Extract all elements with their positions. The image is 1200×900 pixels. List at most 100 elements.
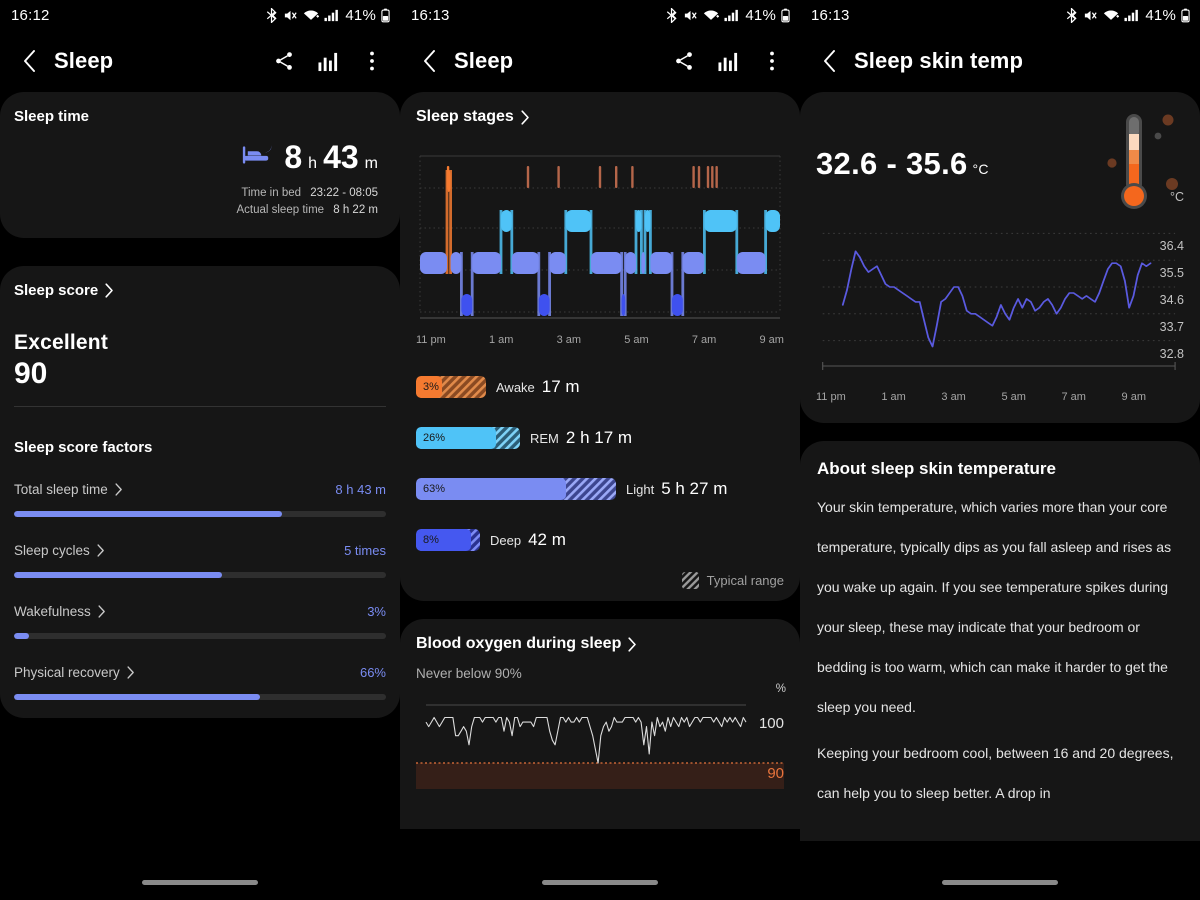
sleep-score-card: Sleep score Excellent 90 Sleep score fac… (0, 266, 400, 718)
score-factor-track (14, 572, 386, 578)
status-time: 16:13 (411, 6, 450, 24)
sleep-stage-bar: 26% (416, 427, 520, 449)
x-tick-label: 3 am (941, 391, 966, 403)
chart-icon[interactable] (316, 49, 340, 73)
divider (14, 406, 386, 407)
score-factor-row[interactable]: Sleep cycles 5 times (14, 543, 386, 558)
blood-oxygen-title: Blood oxygen during sleep (416, 635, 622, 652)
x-tick-label: 7 am (1061, 391, 1086, 403)
score-factor-fill (14, 511, 282, 517)
status-time: 16:13 (811, 6, 850, 24)
status-icons: 41% (265, 7, 390, 24)
share-icon[interactable] (672, 49, 696, 73)
status-bar: 16:12 41% (0, 0, 400, 30)
sleep-minutes-unit: m (364, 155, 378, 172)
signal-icon (724, 9, 739, 21)
nav-bar (0, 864, 400, 900)
score-factor: Sleep cycles 5 times (14, 543, 386, 578)
status-time: 16:12 (11, 6, 50, 24)
signal-icon (324, 9, 339, 21)
skin-temp-unit: °C (972, 161, 989, 177)
x-tick-label: 1 am (488, 334, 514, 346)
y-tick-label: 34.6 (1159, 293, 1184, 307)
typical-range-key: Typical range (416, 572, 784, 589)
signal-icon (1124, 9, 1139, 21)
about-paragraph-1: Your skin temperature, which varies more… (817, 499, 1172, 715)
blood-oxygen-link[interactable]: Blood oxygen during sleep (416, 635, 784, 653)
sleep-score-factors-title: Sleep score factors (14, 439, 153, 456)
chevron-right-icon (628, 636, 637, 652)
sleep-stage-name: Deep (490, 532, 522, 548)
more-icon[interactable] (360, 49, 384, 73)
back-icon[interactable] (12, 44, 46, 78)
status-icons: 41% (665, 7, 790, 24)
chevron-right-icon (127, 666, 135, 679)
more-icon[interactable] (760, 49, 784, 73)
sleep-score-title: Sleep score (14, 282, 99, 299)
x-tick-label: 11 pm (416, 334, 446, 346)
mute-icon (685, 10, 698, 20)
sleep-stage-duration: 17 m (541, 377, 580, 396)
sleep-time-value-row: 8 h 43 m (14, 141, 386, 173)
score-factor-track (14, 633, 386, 639)
score-factor-row[interactable]: Wakefulness 3% (14, 604, 386, 619)
score-factor-track (14, 694, 386, 700)
hypnogram-chart (416, 148, 784, 328)
status-bar: 16:13 41% (800, 0, 1200, 30)
bluetooth-icon (1067, 7, 1077, 23)
x-tick-label: 1 am (881, 391, 906, 403)
share-icon[interactable] (272, 49, 296, 73)
score-factor-value: 3% (367, 604, 386, 619)
nav-pill[interactable] (542, 879, 658, 885)
sleep-score-factors-list: Total sleep time 8 h 43 m Sleep cycles 5 ti… (14, 482, 386, 700)
score-factor: Total sleep time 8 h 43 m (14, 482, 386, 517)
y-tick-label: 33.7 (1159, 319, 1184, 334)
bluetooth-icon (267, 7, 277, 23)
score-factor-row[interactable]: Physical recovery 66% (14, 665, 386, 680)
sleep-hours-unit: h (308, 155, 318, 172)
time-in-bed-label: Time in bed (241, 187, 302, 199)
sleep-minutes: 43 (323, 139, 359, 175)
nav-pill[interactable] (942, 879, 1058, 885)
score-factor-row[interactable]: Total sleep time 8 h 43 m (14, 482, 386, 497)
sleep-score-word: Excellent (14, 331, 109, 354)
bluetooth-icon (667, 7, 677, 23)
chevron-right-icon (105, 283, 114, 298)
status-icons: 41% (1065, 7, 1190, 24)
app-bar-sleep: Sleep (0, 30, 400, 92)
score-factor-fill (14, 633, 29, 639)
sleep-score-link[interactable]: Sleep score (14, 282, 386, 299)
skin-temp-x-axis: 11 pm 1 am 3 am 5 am 7 am 9 am (816, 391, 1184, 403)
battery-percent: 41% (345, 6, 376, 24)
sleep-stage-duration: 42 m (528, 530, 566, 549)
about-paragraph-2: Keeping your bedroom cool, between 16 an… (817, 745, 1174, 801)
about-title: About sleep skin temperature (817, 459, 1057, 478)
sleep-stage-bar: 8% (416, 529, 480, 551)
sleep-stage-legend-row: 8% Deep 42 m (416, 527, 784, 553)
x-tick-label: 9 am (759, 334, 784, 346)
back-icon[interactable] (412, 44, 446, 78)
back-icon[interactable] (812, 44, 846, 78)
sleep-stage-legend-row: 3% Awake 17 m (416, 374, 784, 400)
wifi-icon (704, 10, 720, 20)
time-in-bed-value: 23:22 - 08:05 (310, 187, 378, 199)
nav-pill[interactable] (142, 879, 258, 885)
battery-icon (1181, 8, 1190, 22)
y-tick-label: 35.5 (1159, 266, 1184, 281)
bed-icon (242, 142, 274, 173)
app-bar-skin-temp: Sleep skin temp (800, 30, 1200, 92)
page-title: Sleep (54, 48, 114, 73)
sleep-time-title: Sleep time (14, 108, 90, 125)
actual-sleep-value: 8 h 22 m (333, 204, 378, 216)
score-factor-value: 5 times (344, 543, 386, 558)
x-tick-label: 9 am (1121, 391, 1146, 403)
sleep-stages-title: Sleep stages (416, 108, 514, 125)
actual-sleep-label: Actual sleep time (236, 204, 325, 216)
chart-icon[interactable] (716, 49, 740, 73)
about-card: About sleep skin temperature Your skin t… (800, 441, 1200, 841)
y-tick-label: 32.8 (1159, 346, 1184, 361)
skin-temp-y-unit: °C (1169, 190, 1184, 204)
x-tick-label: 5 am (1001, 391, 1026, 403)
page-title: Sleep skin temp (854, 48, 1024, 73)
sleep-stages-link[interactable]: Sleep stages (416, 108, 784, 126)
